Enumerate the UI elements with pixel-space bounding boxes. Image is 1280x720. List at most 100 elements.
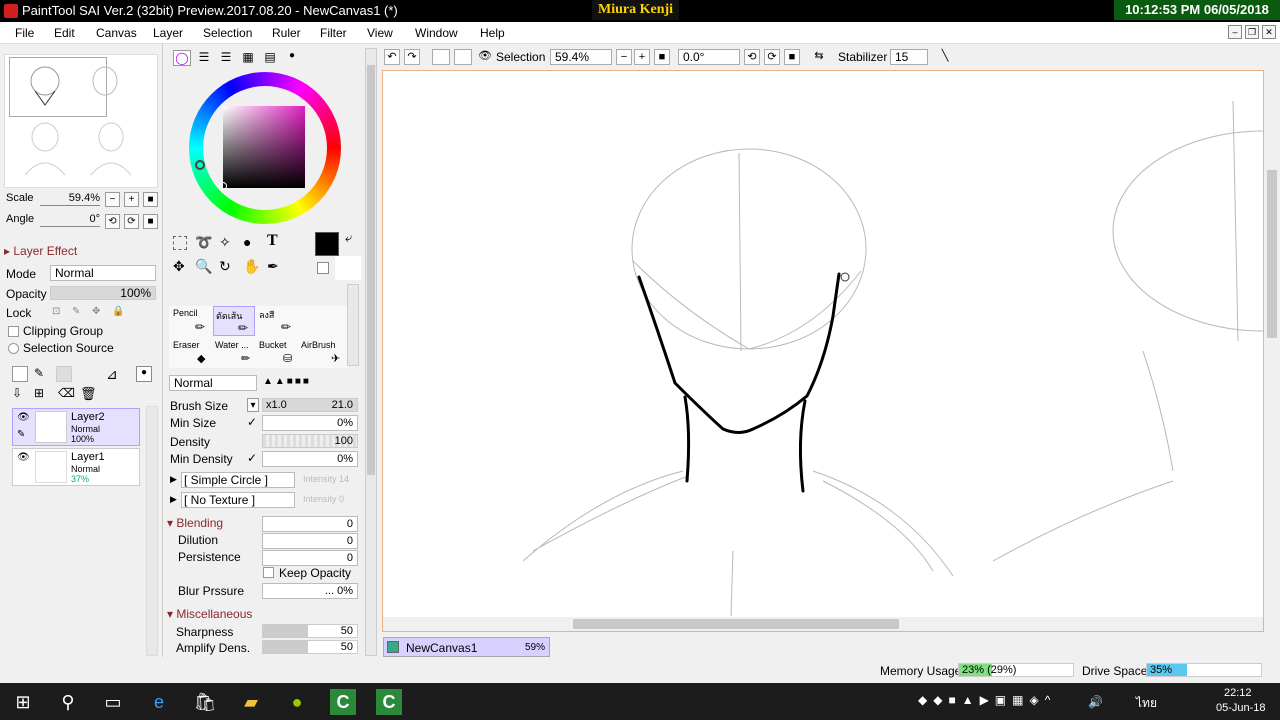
scrollbar-thumb[interactable] xyxy=(367,65,375,475)
menu-help[interactable]: Help xyxy=(480,26,505,40)
layer-item-layer2[interactable]: 👁 ✎ Layer2 Normal 100% xyxy=(12,408,140,446)
speaker-icon[interactable]: 🔊 xyxy=(1088,695,1103,709)
selection-source-radio[interactable] xyxy=(8,343,19,354)
rotate-reset-icon[interactable]: ■ xyxy=(784,49,800,65)
sv-marker[interactable] xyxy=(219,182,227,190)
lock-all-icon[interactable]: 🔒 xyxy=(112,306,124,318)
min-density-slider[interactable]: 0% xyxy=(262,451,358,467)
blur-pressure-slider[interactable]: ... 0% xyxy=(262,583,358,599)
preset-scrollbar[interactable] xyxy=(347,284,359,366)
menu-view[interactable]: View xyxy=(367,26,393,40)
menu-canvas[interactable]: Canvas xyxy=(96,26,137,40)
rotate-tool-icon[interactable]: ↻ xyxy=(219,258,231,275)
merge-down-icon[interactable]: ⊞ xyxy=(34,386,50,402)
canvas-tab[interactable]: NewCanvas1 59% xyxy=(383,637,550,657)
canvas-v-scrollbar[interactable] xyxy=(1264,70,1280,632)
layer-effect-toggle[interactable]: ▸ Layer Effect xyxy=(4,244,77,258)
zoom-select[interactable]: 59.4% xyxy=(550,49,612,65)
stabilizer-select[interactable]: 15 xyxy=(890,49,928,65)
brush-size-slider[interactable]: x1.0 21.0 xyxy=(262,398,358,412)
persistence-slider[interactable]: 0 xyxy=(262,550,358,566)
scratchpad-tab-icon[interactable]: ▤ xyxy=(261,50,279,66)
zoom-in-icon[interactable]: + xyxy=(634,49,650,65)
menu-filter[interactable]: Filter xyxy=(320,26,347,40)
scale-plus-icon[interactable]: + xyxy=(124,192,139,207)
v-scrollbar-thumb[interactable] xyxy=(1267,170,1277,338)
texture-expand-icon[interactable]: ▶ xyxy=(170,494,177,505)
line-tool-icon[interactable]: ╲ xyxy=(936,49,954,65)
visibility-eye-icon[interactable]: 👁 xyxy=(17,452,30,463)
new-layer-icon[interactable] xyxy=(12,366,28,382)
angle-reset-icon[interactable]: ■ xyxy=(143,214,158,229)
select-pen-icon[interactable]: ● xyxy=(243,234,251,250)
canvas-area[interactable] xyxy=(382,70,1264,632)
move-tool-icon[interactable]: ✥ xyxy=(173,258,185,275)
brush-shape-select[interactable]: [ Simple Circle ] xyxy=(181,472,295,488)
rotation-select[interactable]: 0.0° xyxy=(678,49,740,65)
preset-eraser[interactable]: Eraser ◆ xyxy=(171,340,211,368)
new-folder-icon[interactable] xyxy=(56,366,72,382)
menu-window[interactable]: Window xyxy=(415,26,458,40)
hand-tool-icon[interactable]: ✋ xyxy=(243,258,260,275)
opacity-slider[interactable]: 100% xyxy=(50,286,156,300)
restore-icon[interactable]: ❐ xyxy=(1245,25,1259,39)
scale-slider[interactable]: 59.4% xyxy=(40,192,100,206)
swap-colors-icon[interactable]: ⤶ xyxy=(345,230,352,246)
rgb-slider-tab-icon[interactable]: ☰ xyxy=(195,50,213,66)
transparent-color-icon[interactable] xyxy=(317,262,329,274)
scale-minus-icon[interactable]: − xyxy=(105,192,120,207)
angle-rotate-icon[interactable]: ⟲ xyxy=(105,214,120,229)
blending-slider[interactable]: 0 xyxy=(262,516,358,532)
hsv-slider-tab-icon[interactable]: ☰ xyxy=(217,50,235,66)
menu-file[interactable]: File xyxy=(15,26,34,40)
lock-transparency-icon[interactable]: ⊡ xyxy=(52,306,64,318)
magic-wand-icon[interactable]: ✧ xyxy=(219,234,231,251)
edge-browser-icon[interactable]: e xyxy=(146,689,172,715)
file-explorer-icon[interactable]: ▰ xyxy=(238,689,264,715)
angle-rotate-right-icon[interactable]: ⟳ xyxy=(124,214,139,229)
primary-color-swatch[interactable] xyxy=(315,232,339,256)
color-wheel-tab-icon[interactable]: ◯ xyxy=(173,50,191,66)
transfer-down-icon[interactable]: ⇩ xyxy=(12,386,28,402)
zoom-out-icon[interactable]: − xyxy=(616,49,632,65)
canvas-h-scrollbar[interactable] xyxy=(383,617,1263,631)
keep-opacity-checkbox[interactable] xyxy=(263,567,274,578)
menu-selection[interactable]: Selection xyxy=(203,26,252,40)
input-language[interactable]: ไทย xyxy=(1136,694,1157,713)
angle-slider[interactable]: 0° xyxy=(40,213,100,227)
undo-icon[interactable]: ↶ xyxy=(384,49,400,65)
brush-mode-select[interactable]: Normal xyxy=(169,375,257,391)
lasso-icon[interactable]: ➰ xyxy=(195,234,212,251)
new-pen-layer-icon[interactable]: ✎ xyxy=(34,366,50,382)
saturation-value-square[interactable] xyxy=(219,106,305,190)
lock-move-icon[interactable]: ✥ xyxy=(92,306,104,318)
close-icon[interactable]: ✕ xyxy=(1262,25,1276,39)
misc-toggle[interactable]: ▾ Miscellaneous xyxy=(167,607,252,621)
sharpness-slider[interactable]: 50 xyxy=(262,624,358,638)
min-size-check-icon[interactable]: ✓ xyxy=(247,415,257,429)
layer-mask-icon[interactable]: ● xyxy=(136,366,152,382)
blend-mode-select[interactable]: Normal xyxy=(50,265,156,281)
redo-icon[interactable]: ↷ xyxy=(404,49,420,65)
color-mixer-tab-icon[interactable]: ● xyxy=(283,50,301,66)
tray-icons[interactable]: ◆◆■▲▶▣▦◈^ xyxy=(918,693,1056,707)
layer-list-scrollbar[interactable] xyxy=(146,406,158,656)
preset-selected[interactable]: ตัดเส้น ✏ xyxy=(213,306,255,336)
scale-reset-icon[interactable]: ■ xyxy=(143,192,158,207)
delete-layer-icon[interactable]: 🗑 xyxy=(80,386,97,402)
dilution-slider[interactable]: 0 xyxy=(262,533,358,549)
blending-toggle[interactable]: ▾ Blending xyxy=(167,516,223,530)
navigator-preview[interactable] xyxy=(4,54,158,188)
menu-layer[interactable]: Layer xyxy=(153,26,183,40)
windows-start-icon[interactable]: ⊞ xyxy=(10,689,36,715)
min-size-slider[interactable]: 0% xyxy=(262,415,358,431)
text-tool-icon[interactable]: T xyxy=(267,232,278,250)
min-density-check-icon[interactable]: ✓ xyxy=(247,451,257,465)
lock-paint-icon[interactable]: ✎ xyxy=(72,306,84,318)
preset-water[interactable]: Water ... ✏ xyxy=(215,340,255,368)
layer-transform-icon[interactable]: ⊿ xyxy=(106,366,122,382)
camtasia-icon[interactable]: C xyxy=(330,689,356,715)
texture-select[interactable]: [ No Texture ] xyxy=(181,492,295,508)
layer-item-layer1[interactable]: 👁 Layer1 Normal 37% xyxy=(12,448,140,486)
eye-icon[interactable]: 👁 xyxy=(476,49,494,65)
